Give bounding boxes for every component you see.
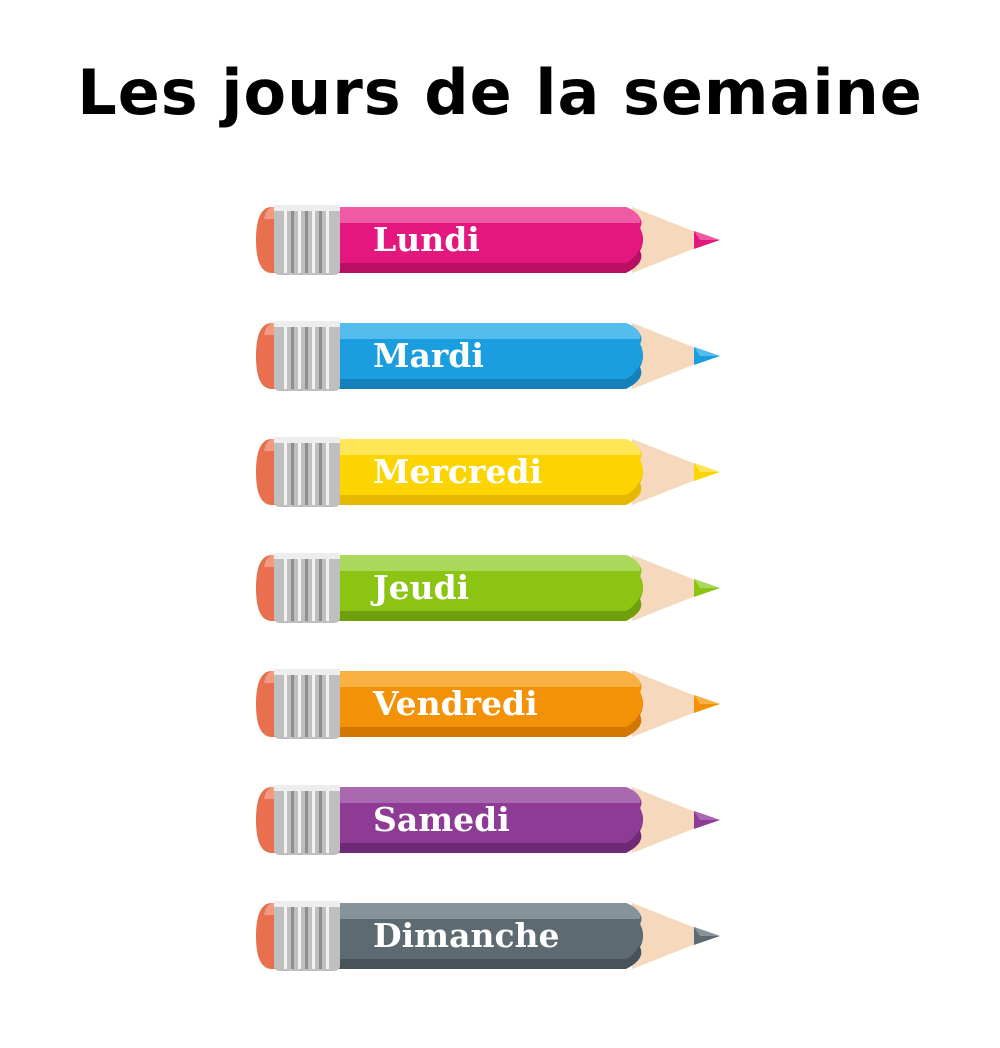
pencil-ferrule-groove — [305, 787, 308, 853]
pencil-ferrule-shine — [274, 437, 340, 443]
pencil-ferrule-groove — [319, 555, 322, 621]
pencil-ferrule-groove — [298, 439, 301, 505]
day-label-vendredi: Vendredi — [373, 684, 538, 723]
pencil-samedi: Samedi — [254, 785, 724, 859]
pencil-ferrule-groove — [312, 555, 315, 621]
pencil-ferrule-groove — [291, 787, 294, 853]
pencil-ferrule-groove — [284, 787, 287, 853]
pencil-lundi: Lundi — [254, 205, 724, 279]
pencil-ferrule-groove — [284, 323, 287, 389]
pencil-ferrule-groove — [319, 207, 322, 273]
pencil-ferrule-groove — [291, 555, 294, 621]
pencil-ferrule-groove — [298, 787, 301, 853]
pencil-ferrule-shine — [274, 205, 340, 211]
pencil-ferrule-groove — [326, 555, 329, 621]
pencil-ferrule-groove — [319, 323, 322, 389]
pencil-ferrule-groove — [312, 439, 315, 505]
pencil-ferrule-groove — [326, 903, 329, 969]
pencil-icon — [256, 321, 720, 391]
pencil-ferrule-shine — [274, 901, 340, 907]
pencil-ferrule-groove — [291, 903, 294, 969]
pencil-ferrule-groove — [298, 323, 301, 389]
pencil-ferrule-groove — [284, 671, 287, 737]
pencil-ferrule-groove — [291, 671, 294, 737]
pencil-ferrule-groove — [326, 439, 329, 505]
pencil-ferrule-groove — [298, 903, 301, 969]
pencil-ferrule-groove — [284, 207, 287, 273]
pencil-icon — [256, 205, 720, 275]
pencil-ferrule-groove — [326, 207, 329, 273]
day-label-samedi: Samedi — [373, 800, 510, 839]
day-label-mardi: Mardi — [373, 336, 484, 375]
pencil-ferrule-groove — [305, 671, 308, 737]
pencil-ferrule-shine — [274, 669, 340, 675]
pencil-vendredi: Vendredi — [254, 669, 724, 743]
pencil-ferrule-shine — [274, 553, 340, 559]
pencil-icon — [256, 553, 720, 623]
pencil-ferrule-groove — [312, 787, 315, 853]
pencil-ferrule-groove — [326, 787, 329, 853]
pencil-ferrule-groove — [298, 207, 301, 273]
day-label-mercredi: Mercredi — [373, 452, 542, 491]
pencil-ferrule-groove — [298, 671, 301, 737]
day-label-lundi: Lundi — [373, 220, 480, 259]
pencil-ferrule-groove — [305, 903, 308, 969]
pencil-ferrule-groove — [319, 439, 322, 505]
pencil-ferrule-groove — [312, 323, 315, 389]
day-label-jeudi: Jeudi — [373, 568, 470, 607]
pencil-dimanche: Dimanche — [254, 901, 724, 975]
day-label-dimanche: Dimanche — [373, 916, 560, 955]
pencil-ferrule-groove — [298, 555, 301, 621]
pencil-ferrule-groove — [305, 323, 308, 389]
pencil-ferrule-groove — [291, 207, 294, 273]
pencil-ferrule-groove — [326, 323, 329, 389]
pencil-ferrule-groove — [319, 787, 322, 853]
pencil-ferrule-groove — [291, 439, 294, 505]
pencil-ferrule-groove — [284, 439, 287, 505]
pencil-ferrule-shine — [274, 785, 340, 791]
pencil-ferrule-groove — [305, 439, 308, 505]
pencil-ferrule-groove — [319, 671, 322, 737]
pencil-ferrule-groove — [312, 671, 315, 737]
pencil-ferrule-groove — [319, 903, 322, 969]
pencil-ferrule-groove — [326, 671, 329, 737]
pencil-mercredi: Mercredi — [254, 437, 724, 511]
pencil-ferrule-groove — [312, 903, 315, 969]
pencil-ferrule-groove — [305, 555, 308, 621]
pencil-ferrule-groove — [284, 555, 287, 621]
pencil-jeudi: Jeudi — [254, 553, 724, 627]
pencil-ferrule-groove — [312, 207, 315, 273]
pencil-ferrule-groove — [305, 207, 308, 273]
pencil-mardi: Mardi — [254, 321, 724, 395]
pencil-ferrule-shine — [274, 321, 340, 327]
pencil-ferrule-groove — [284, 903, 287, 969]
pencil-ferrule-groove — [291, 323, 294, 389]
page-title: Les jours de la semaine — [77, 56, 923, 129]
